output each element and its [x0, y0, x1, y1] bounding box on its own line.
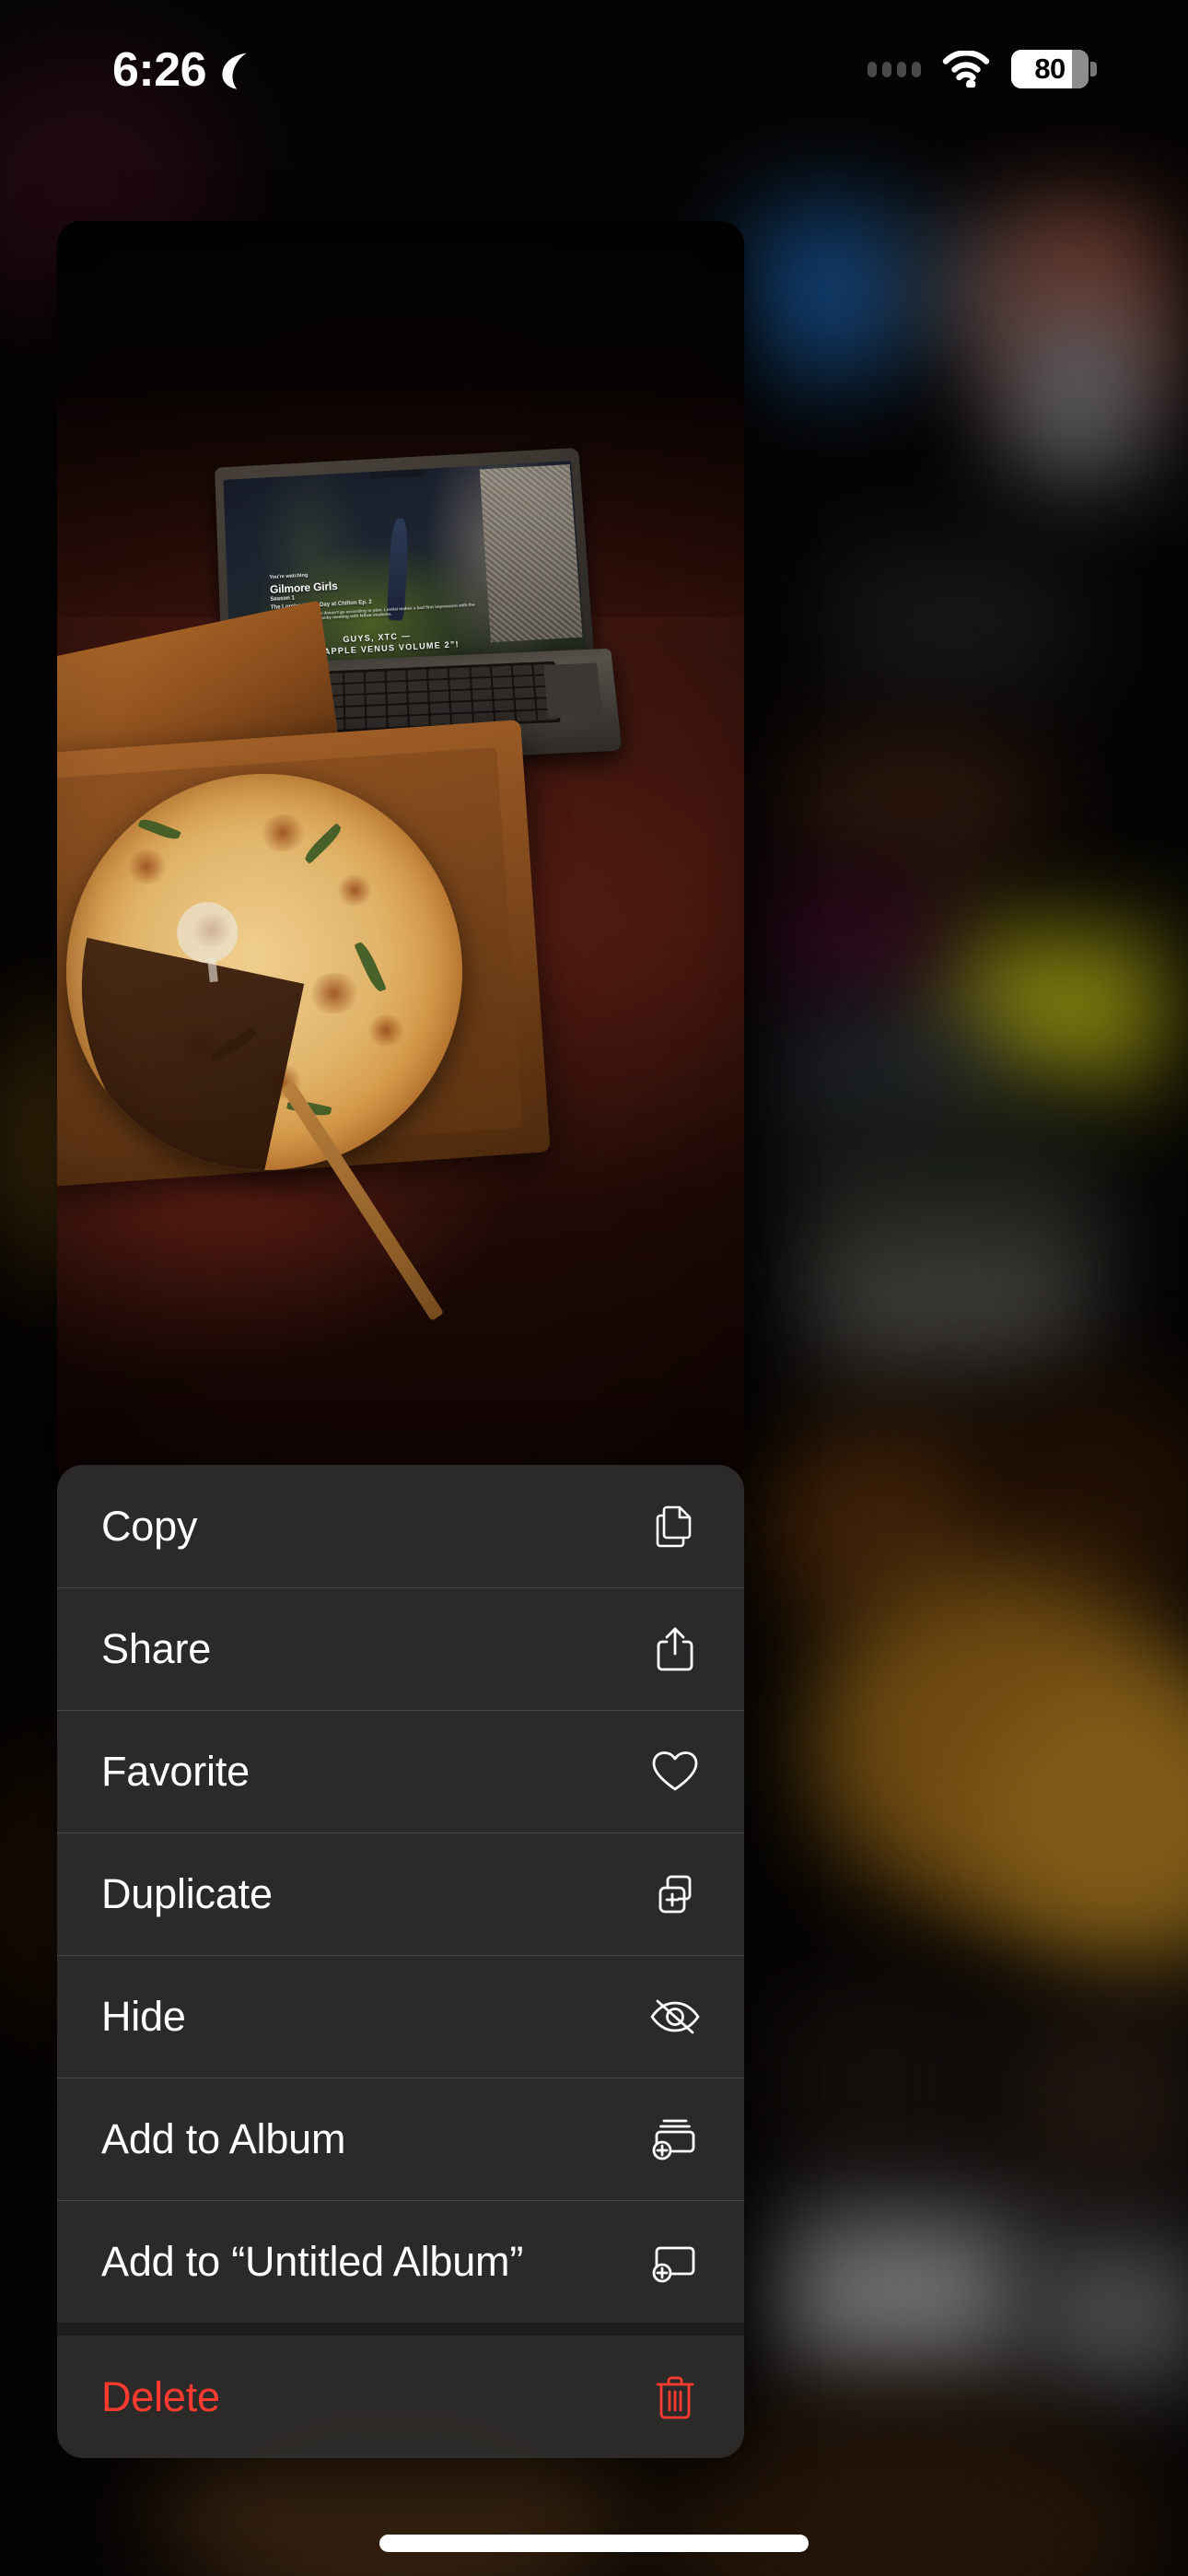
- heart-icon: [646, 1743, 704, 1800]
- add-to-album-icon: [646, 2111, 704, 2168]
- context-menu-group-primary: Copy Share Favorite Duplicate Hide Add t…: [57, 1465, 744, 2323]
- menu-item-copy[interactable]: Copy: [57, 1465, 744, 1587]
- menu-item-label: Add to “Untitled Album”: [101, 2238, 524, 2285]
- menu-item-delete[interactable]: Delete: [57, 2336, 744, 2458]
- add-to-named-album-icon: [646, 2233, 704, 2290]
- menu-item-label: Favorite: [101, 1748, 250, 1795]
- menu-item-label: Add to Album: [101, 2115, 346, 2162]
- photo-canvas: You're watching Gilmore Girls Season 1 T…: [57, 221, 744, 1487]
- menu-item-add-to-album[interactable]: Add to Album: [57, 2078, 744, 2200]
- menu-item-label: Duplicate: [101, 1870, 273, 1917]
- eye-slash-icon: [646, 1988, 704, 2045]
- duplicate-icon: [646, 1866, 704, 1923]
- menu-item-label: Hide: [101, 1993, 186, 2040]
- menu-item-add-to-named-album[interactable]: Add to “Untitled Album”: [57, 2200, 744, 2323]
- share-icon: [646, 1621, 704, 1678]
- menu-item-share[interactable]: Share: [57, 1587, 744, 1710]
- copy-icon: [646, 1498, 704, 1555]
- context-menu-group-separator: [57, 2323, 744, 2336]
- photo-preview[interactable]: You're watching Gilmore Girls Season 1 T…: [57, 221, 744, 1487]
- menu-item-label: Delete: [101, 2373, 220, 2420]
- home-indicator[interactable]: [379, 2535, 809, 2552]
- photo-context-menu[interactable]: Copy Share Favorite Duplicate Hide Add t…: [57, 1465, 744, 2458]
- context-menu-group-destructive: Delete: [57, 2336, 744, 2458]
- trash-icon: [646, 2369, 704, 2426]
- iphone-screen: 6:26 80 Copy Share Favorite Duplicate Hi…: [0, 0, 1188, 2576]
- menu-item-hide[interactable]: Hide: [57, 1955, 744, 2078]
- menu-item-label: Share: [101, 1625, 212, 1672]
- menu-item-label: Copy: [101, 1503, 198, 1550]
- menu-item-duplicate[interactable]: Duplicate: [57, 1832, 744, 1955]
- menu-item-favorite[interactable]: Favorite: [57, 1710, 744, 1832]
